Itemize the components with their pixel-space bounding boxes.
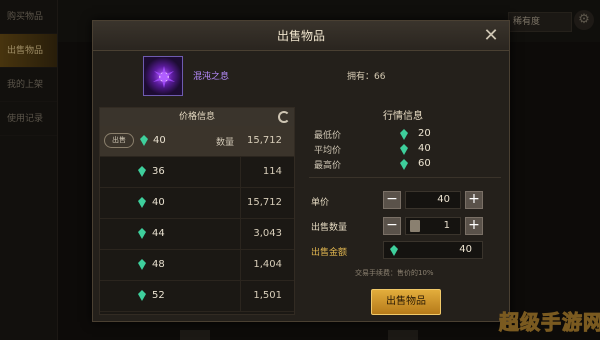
row-price: 40 [152,197,165,208]
table-row[interactable]: 36 114 [100,157,294,188]
gem-icon [138,290,146,301]
item-info: 混沌之息 拥有：66 [93,52,511,104]
price-table-header: 价格信息 [100,108,294,126]
total-value: 40 [459,244,472,255]
row-qty: 1,404 [253,259,282,270]
max-price-value: 60 [418,158,431,169]
table-row[interactable]: 48 1,404 [100,250,294,281]
table-row[interactable]: 44 3,043 [100,219,294,250]
row-qty: 3,043 [253,228,282,239]
table-row[interactable]: 52 1,501 [100,281,294,312]
sell-qty-label: 出售数量 [311,223,348,233]
sell-item-button[interactable]: 出售物品 [371,289,441,315]
gem-icon [140,135,148,146]
gem-icon [138,259,146,270]
gem-icon [138,228,146,239]
unit-price-increment-button[interactable]: + [465,191,483,209]
unit-price-label: 单价 [311,198,330,208]
row-price: 36 [152,166,165,177]
price-table-title: 价格信息 [178,112,215,122]
avg-price-value: 40 [418,143,431,154]
calculator-icon[interactable] [410,220,420,232]
qty-field[interactable]: 1 [405,217,461,235]
table-row[interactable]: 40 15,712 [100,188,294,219]
min-price-value: 20 [418,128,431,139]
sell-badge[interactable]: 出售 [104,133,134,148]
qty-increment-button[interactable]: + [465,217,483,235]
qty-label: 数量 [216,138,235,148]
row-qty: 114 [262,166,282,177]
sell-dialog: 出售物品 ✕ 混沌之息 拥有：66 价格信息 出售 40 数量 15,712 3… [92,20,510,322]
price-table: 价格信息 出售 40 数量 15,712 36 114 40 15,712 44 [99,107,295,315]
gem-icon [138,166,146,177]
avg-price-label: 平均价 [314,146,342,156]
close-icon[interactable]: ✕ [481,26,501,46]
item-icon [143,56,183,96]
divider [309,177,501,178]
divider [240,157,241,188]
owned-count: 拥有：66 [347,72,386,82]
max-price-label: 最高价 [314,161,342,171]
divider [240,188,241,219]
qty-decrement-button[interactable]: − [383,217,401,235]
min-price-label: 最低价 [314,131,342,141]
table-row[interactable]: 出售 40 数量 15,712 [100,126,294,157]
market-info-title: 行情信息 [383,111,423,122]
watermark: 超级手游网 [499,310,600,335]
row-qty: 15,712 [247,135,282,146]
gem-icon [400,129,408,140]
gem-icon [390,245,398,256]
row-qty: 15,712 [247,197,282,208]
unit-price-decrement-button[interactable]: − [383,191,401,209]
unit-price-field[interactable]: 40 [405,191,461,209]
row-price: 44 [152,228,165,239]
total-label: 出售金额 [311,248,348,258]
divider [240,281,241,312]
divider [240,250,241,281]
divider [240,219,241,250]
row-price: 52 [152,290,165,301]
gem-icon [400,159,408,170]
row-price: 48 [152,259,165,270]
item-name: 混沌之息 [193,72,230,82]
gem-icon [400,144,408,155]
row-price: 40 [153,135,166,146]
refresh-icon[interactable] [278,111,290,123]
dialog-header: 出售物品 ✕ [93,21,509,51]
dialog-title: 出售物品 [276,29,325,43]
fee-note: 交易手续费：售价的10% [355,269,434,277]
qty-value: 1 [443,220,450,231]
total-field: 40 [383,241,483,259]
row-qty: 1,501 [253,290,282,301]
gem-icon [138,197,146,208]
